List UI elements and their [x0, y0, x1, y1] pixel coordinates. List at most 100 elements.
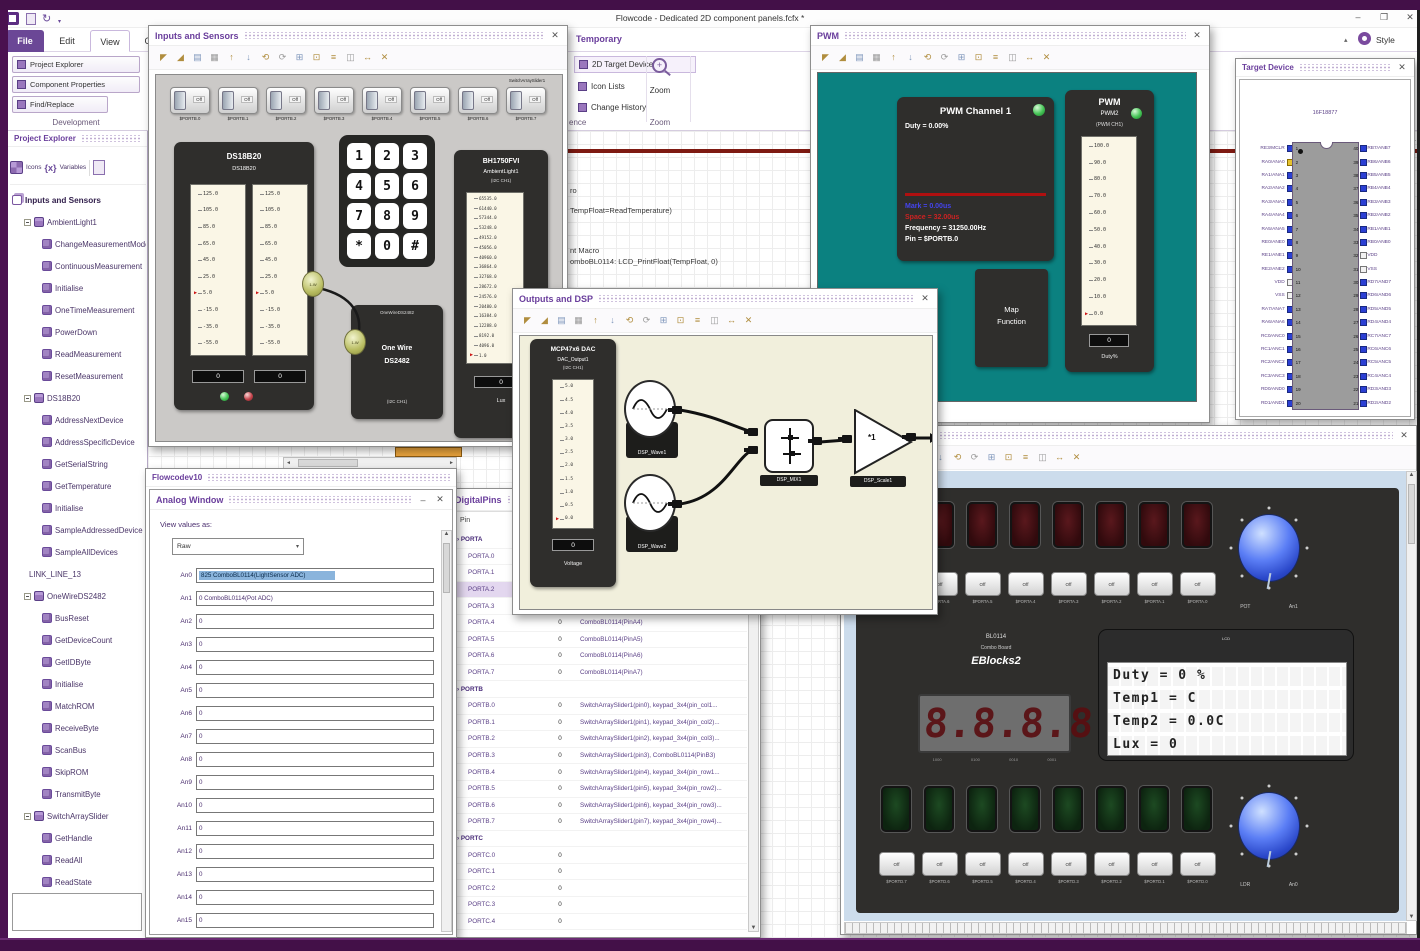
tree-item[interactable]: ReadMeasurement: [10, 343, 146, 365]
close-icon[interactable]: ✕: [919, 293, 931, 304]
macros-icon[interactable]: [93, 160, 106, 175]
project-explorer-toggle[interactable]: Project Explorer: [12, 56, 140, 73]
tree-item[interactable]: AddressNextDevice: [10, 409, 146, 431]
tree-item[interactable]: ContinuousMeasurement: [10, 255, 146, 277]
toolbar-icon[interactable]: ↓: [606, 314, 619, 327]
tree-item[interactable]: DS18B20: [10, 387, 146, 409]
toolbar-icon[interactable]: ◫: [344, 51, 357, 64]
tree-item[interactable]: ResetMeasurement: [10, 365, 146, 387]
tree-item[interactable]: GetDeviceCount: [10, 629, 146, 651]
pin-pad[interactable]: [1360, 292, 1368, 300]
target-device-title[interactable]: Target Device ✕: [1236, 59, 1414, 77]
tree-item[interactable]: OneTimeMeasurement: [10, 299, 146, 321]
tree-expander-icon[interactable]: [24, 812, 31, 820]
pwm-slider-scale[interactable]: 100.0 90.0 80.0 70.0 60.0 50.0 40.0 30.0 20.0 10.…: [1081, 136, 1137, 326]
dsp-wave2-block[interactable]: DSP_Wave2: [624, 474, 680, 552]
toolbar-icon[interactable]: ✕: [378, 51, 391, 64]
toolbar-icon[interactable]: ≡: [1019, 451, 1032, 464]
tree-expander-icon[interactable]: [24, 592, 31, 600]
analog-value-field[interactable]: 0: [196, 729, 434, 744]
toolbar-icon[interactable]: ◢: [174, 51, 187, 64]
toolbar-icon[interactable]: ⊞: [955, 51, 968, 64]
pin-pad[interactable]: [1360, 359, 1368, 367]
pin-pad[interactable]: [1360, 145, 1368, 153]
port-button[interactable]: Off: [1136, 572, 1173, 596]
pin-label[interactable]: RE3/MCLR: [1244, 146, 1287, 151]
v-scrollbar[interactable]: ▲ ▼: [1406, 471, 1417, 921]
digital-pin-row[interactable]: PORTB.7 0 SwitchArraySlider1(pin7), keyp…: [452, 814, 747, 831]
knob-ball[interactable]: [1238, 514, 1300, 582]
port-button[interactable]: Off: [1136, 852, 1173, 876]
analog-value-field[interactable]: 0: [196, 752, 434, 767]
knob-ball[interactable]: [1238, 792, 1300, 860]
tree-item[interactable]: AmbientLight1: [10, 211, 146, 233]
onewire-connector[interactable]: 1-W: [344, 329, 366, 355]
close-icon[interactable]: ✕: [549, 30, 561, 41]
port-button[interactable]: Off: [1179, 852, 1216, 876]
toolbar-icon[interactable]: ◤: [819, 51, 832, 64]
pin-label[interactable]: RA7/ANA7: [1244, 307, 1287, 312]
toolbar-icon[interactable]: ⊡: [674, 314, 687, 327]
toolbar-icon[interactable]: ⊡: [310, 51, 323, 64]
close-icon[interactable]: ✕: [434, 494, 446, 505]
tree-item[interactable]: PowerDown: [10, 321, 146, 343]
pot-knob[interactable]: [1221, 502, 1317, 602]
toolbar-icon[interactable]: ≡: [691, 314, 704, 327]
port-button[interactable]: Off: [1050, 852, 1087, 876]
digital-pin-row[interactable]: PORTC.4 0: [452, 914, 747, 931]
pin-label[interactable]: RD4/AND4: [1367, 320, 1408, 325]
toolbar-icon[interactable]: ◫: [1036, 451, 1049, 464]
view-mode-select[interactable]: Raw ▾: [172, 538, 304, 555]
zoom-icon[interactable]: +: [652, 58, 667, 73]
pin-label[interactable]: RC2/ANC2: [1244, 360, 1287, 365]
toolbar-icon[interactable]: ◤: [157, 51, 170, 64]
pin-label[interactable]: RB2/ANB2: [1367, 213, 1408, 218]
save-icon[interactable]: [26, 13, 36, 25]
pin-label[interactable]: RC3/ANC3: [1244, 374, 1287, 379]
pin-pad[interactable]: [1360, 346, 1368, 354]
tree-item[interactable]: Inputs and Sensors: [10, 189, 146, 211]
tree-expander-icon[interactable]: [24, 218, 31, 226]
digital-pin-row[interactable]: PORTB.1 0 SwitchArraySlider1(pin1), keyp…: [452, 715, 747, 732]
analog-value-field[interactable]: 0: [196, 913, 434, 928]
tree-item[interactable]: SampleAddressedDevice: [10, 519, 146, 541]
tab-file[interactable]: File: [6, 30, 44, 52]
pin-label[interactable]: VDD: [1367, 253, 1408, 258]
tree-item[interactable]: AddressSpecificDevice: [10, 431, 146, 453]
dsp-mix-block[interactable]: [764, 419, 814, 473]
pin-pad[interactable]: [1360, 279, 1368, 287]
toolbar-icon[interactable]: ↑: [887, 51, 900, 64]
digital-pin-row[interactable]: PORTB.4 0 SwitchArraySlider1(pin4), keyp…: [452, 764, 747, 781]
analog-value-field[interactable]: 825 ComboBL0114(LightSensor ADC): [196, 568, 434, 583]
tree-item[interactable]: SampleAllDevices: [10, 541, 146, 563]
icons-view-label[interactable]: Icons: [26, 164, 42, 171]
h-scrollbar-ruler[interactable]: [844, 922, 1407, 934]
tree-expander-icon[interactable]: [24, 394, 31, 402]
tree-item[interactable]: MatchROM: [10, 695, 146, 717]
digital-pin-row[interactable]: PORTC.1 0: [452, 864, 747, 881]
toolbar-icon[interactable]: ↓: [904, 51, 917, 64]
scroll-right-icon[interactable]: ►: [449, 460, 454, 466]
toolbar-icon[interactable]: ▦: [572, 314, 585, 327]
pin-label[interactable]: RD0/AND0: [1244, 387, 1287, 392]
analog-value-field[interactable]: 0: [196, 660, 434, 675]
pin-pad[interactable]: [1360, 185, 1368, 193]
port-button[interactable]: Off: [1050, 572, 1087, 596]
toolbar-icon[interactable]: ⟲: [259, 51, 272, 64]
flowcode-v10-title[interactable]: Flowcodev10: [146, 469, 456, 487]
toolbar-icon[interactable]: ◢: [836, 51, 849, 64]
tree-item[interactable]: ChangeMeasurementMode: [10, 233, 146, 255]
toolbar-icon[interactable]: ⟳: [640, 314, 653, 327]
tree-item[interactable]: GetHandle: [10, 827, 146, 849]
digital-pin-row[interactable]: PORTB.2 0 SwitchArraySlider1(pin2), keyp…: [452, 731, 747, 748]
tab-view[interactable]: View: [90, 30, 130, 52]
pin-pad[interactable]: [1360, 386, 1368, 394]
tree-item[interactable]: TransmitByte: [10, 783, 146, 805]
tree-item[interactable]: GetTemperature: [10, 475, 146, 497]
digital-pin-row[interactable]: PORTA.7 0 ComboBL0114(PinA7): [452, 665, 747, 682]
analog-value-field[interactable]: 0: [196, 614, 434, 629]
digital-pin-row[interactable]: PORTA.6 0 ComboBL0114(PinA6): [452, 648, 747, 665]
close-icon[interactable]: ✕: [1396, 62, 1408, 73]
toolbar-icon[interactable]: ⟲: [951, 451, 964, 464]
pin-pad[interactable]: [1360, 305, 1368, 313]
